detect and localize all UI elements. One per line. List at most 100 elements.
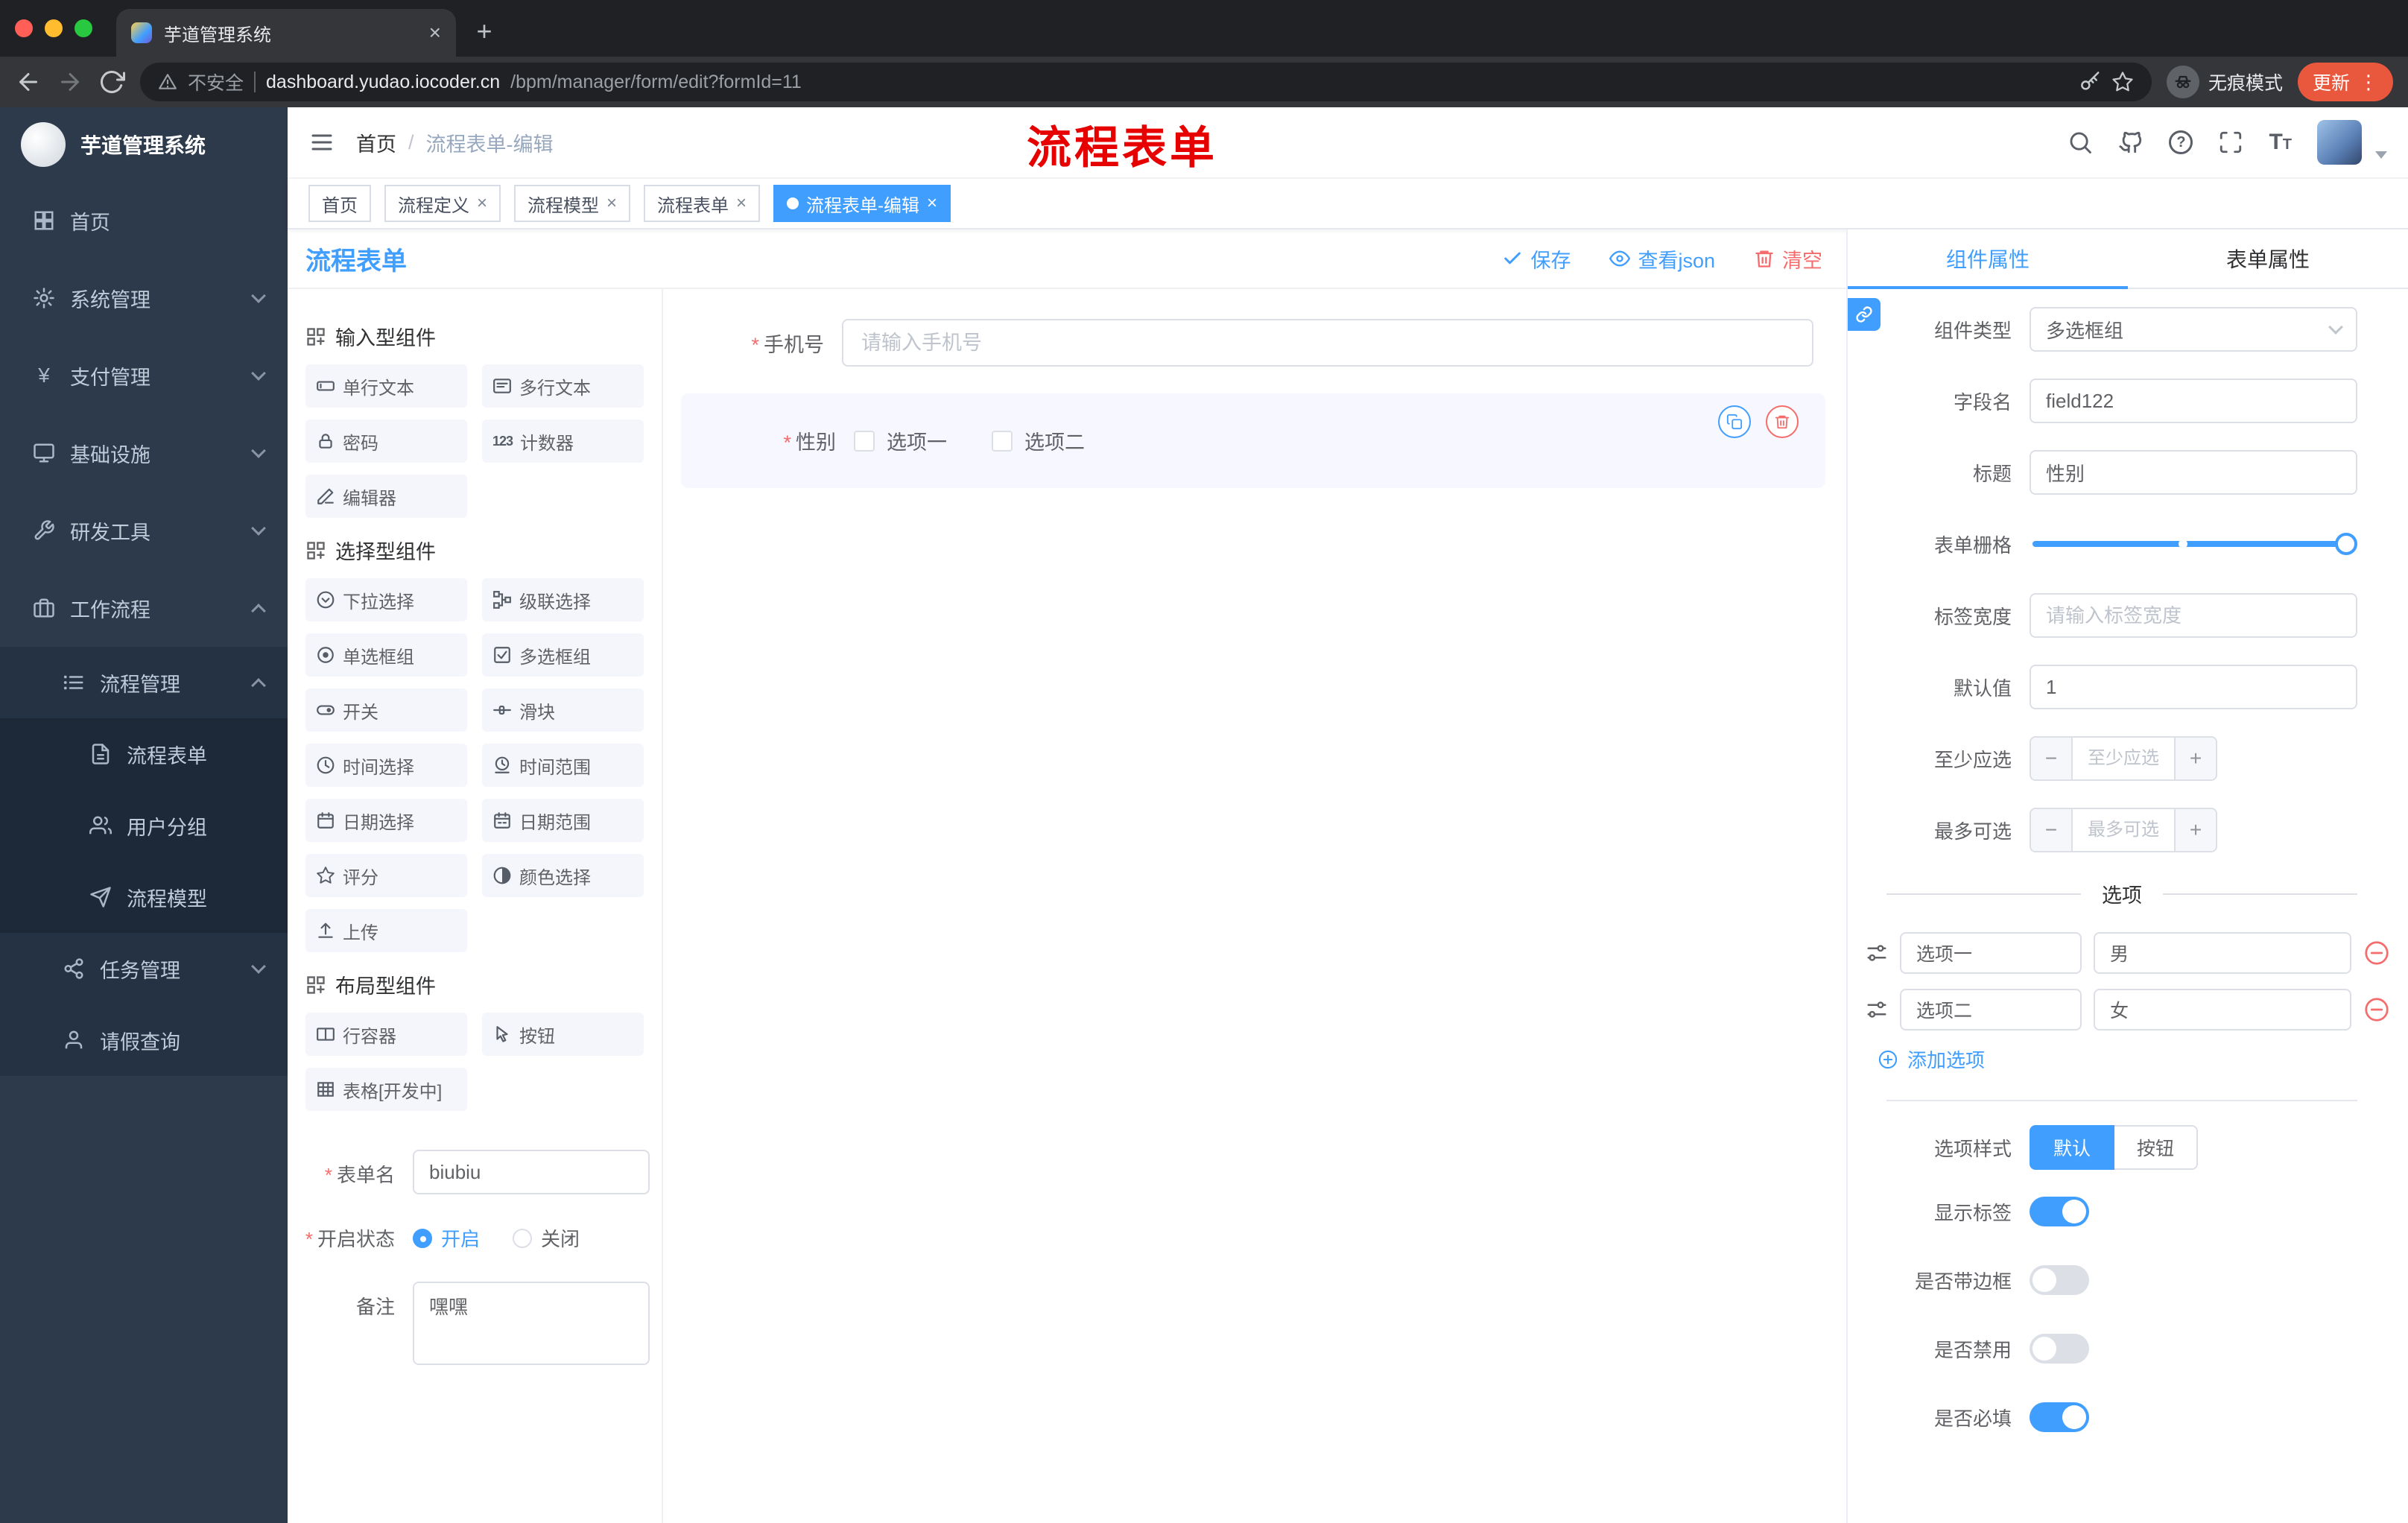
drag-handle-icon[interactable]	[1866, 942, 1888, 964]
style-button-button[interactable]: 按钮	[2114, 1125, 2199, 1170]
tag-process-form-edit[interactable]: 流程表单-编辑 ×	[773, 185, 951, 222]
copy-field-button[interactable]	[1718, 405, 1751, 438]
tag-close-icon[interactable]: ×	[927, 193, 937, 214]
palette-item-radio-group[interactable]: 单选框组	[305, 633, 467, 677]
reload-button[interactable]	[98, 69, 125, 95]
field-name-input[interactable]	[2030, 379, 2357, 423]
tag-process-model[interactable]: 流程模型 ×	[514, 185, 631, 222]
required-toggle[interactable]	[2030, 1402, 2089, 1432]
sidebar-item-process-form[interactable]: 流程表单	[0, 718, 288, 790]
stepper-increase-button[interactable]: +	[2174, 809, 2216, 851]
avatar[interactable]	[2317, 120, 2362, 165]
tab-component-props[interactable]: 组件属性	[1848, 229, 2128, 289]
tag-close-icon[interactable]: ×	[606, 193, 617, 214]
palette-item-color-picker[interactable]: 颜色选择	[482, 854, 644, 897]
stepper-increase-button[interactable]: +	[2174, 738, 2216, 779]
link-chip[interactable]	[1848, 298, 1881, 331]
field-gender-selected[interactable]: 性别 选项一 选项二	[681, 393, 1825, 488]
status-off-radio[interactable]: 关闭	[513, 1224, 580, 1252]
status-on-radio[interactable]: 开启	[413, 1224, 480, 1252]
tag-close-icon[interactable]: ×	[477, 193, 487, 214]
close-window-button[interactable]	[15, 19, 33, 37]
forward-button[interactable]	[57, 69, 83, 95]
font-size-icon[interactable]: TT	[2269, 130, 2292, 155]
palette-item-select[interactable]: 下拉选择	[305, 578, 467, 621]
palette-item-single-text[interactable]: 单行文本	[305, 364, 467, 408]
style-default-button[interactable]: 默认	[2030, 1125, 2115, 1170]
help-icon[interactable]: ?	[2169, 130, 2193, 154]
sidebar-item-leave-query[interactable]: 请假查询	[0, 1004, 288, 1076]
gender-option1-checkbox[interactable]: 选项一	[854, 426, 947, 455]
palette-item-upload[interactable]: 上传	[305, 909, 467, 952]
sidebar-item-home[interactable]: 首页	[0, 182, 288, 259]
option-value-input[interactable]	[2094, 932, 2351, 974]
breadcrumb-home[interactable]: 首页	[356, 128, 396, 157]
palette-item-editor[interactable]: 编辑器	[305, 475, 467, 518]
add-option-button[interactable]: 添加选项	[1878, 1045, 2357, 1073]
tab-form-props[interactable]: 表单属性	[2128, 229, 2408, 288]
tab-close-icon[interactable]: ×	[429, 22, 441, 43]
browser-menu-icon[interactable]: ⋮	[2359, 71, 2378, 94]
palette-item-counter[interactable]: 123 计数器	[482, 419, 644, 463]
palette-item-cascader[interactable]: 级联选择	[482, 578, 644, 621]
sidebar-item-process-model[interactable]: 流程模型	[0, 861, 288, 933]
palette-item-table[interactable]: 表格[开发中]	[305, 1068, 467, 1111]
palette-item-password[interactable]: 密码	[305, 419, 467, 463]
tag-home[interactable]: 首页	[308, 185, 371, 222]
max-select-input[interactable]	[2073, 809, 2174, 851]
disabled-toggle[interactable]	[2030, 1334, 2089, 1364]
sidebar-item-task-mgmt[interactable]: 任务管理	[0, 933, 288, 1004]
form-remark-textarea[interactable]: 嘿嘿	[413, 1282, 650, 1365]
tag-process-form[interactable]: 流程表单 ×	[644, 185, 761, 222]
option-value-input[interactable]	[2094, 989, 2351, 1030]
palette-item-time-picker[interactable]: 时间选择	[305, 744, 467, 787]
view-json-button[interactable]: 查看json	[1609, 244, 1715, 273]
sidebar-item-payment[interactable]: ¥ 支付管理	[0, 337, 288, 414]
grid-slider[interactable]	[2032, 533, 2357, 555]
browser-update-button[interactable]: 更新 ⋮	[2297, 63, 2393, 101]
stepper-decrease-button[interactable]: −	[2031, 738, 2073, 779]
phone-input[interactable]	[842, 319, 1813, 367]
zoom-window-button[interactable]	[75, 19, 92, 37]
sidebar-item-devtools[interactable]: 研发工具	[0, 492, 288, 569]
incognito-badge[interactable]: 无痕模式	[2166, 66, 2283, 98]
default-value-input[interactable]	[2030, 665, 2357, 709]
address-bar[interactable]: 不安全 dashboard.yudao.iocoder.cn /bpm/mana…	[140, 63, 2152, 101]
delete-field-button[interactable]	[1766, 405, 1799, 438]
form-name-input[interactable]	[413, 1150, 650, 1194]
remove-option-button[interactable]	[2363, 940, 2390, 966]
drag-handle-icon[interactable]	[1866, 998, 1888, 1021]
border-toggle[interactable]	[2030, 1265, 2089, 1295]
palette-item-slider[interactable]: 滑块	[482, 688, 644, 732]
github-icon[interactable]	[2118, 130, 2144, 155]
option-label-input[interactable]	[1900, 932, 2082, 974]
sidebar-item-workflow[interactable]: 工作流程	[0, 569, 288, 647]
label-width-input[interactable]	[2030, 593, 2357, 638]
bookmark-star-icon[interactable]	[2111, 71, 2134, 93]
palette-item-time-range[interactable]: 时间范围	[482, 744, 644, 787]
sidebar-item-infra[interactable]: 基础设施	[0, 414, 288, 492]
tag-close-icon[interactable]: ×	[736, 193, 747, 214]
palette-item-date-picker[interactable]: 日期选择	[305, 799, 467, 842]
sidebar-item-system[interactable]: 系统管理	[0, 259, 288, 337]
palette-item-checkbox-group[interactable]: 多选框组	[482, 633, 644, 677]
minimize-window-button[interactable]	[45, 19, 63, 37]
palette-item-rate[interactable]: 评分	[305, 854, 467, 897]
gender-option2-checkbox[interactable]: 选项二	[992, 426, 1085, 455]
password-key-icon[interactable]	[2079, 71, 2101, 93]
slider-handle[interactable]	[2335, 533, 2357, 555]
field-phone[interactable]: 手机号	[681, 313, 1825, 373]
show-label-toggle[interactable]	[2030, 1197, 2089, 1226]
min-select-input[interactable]	[2073, 738, 2174, 779]
palette-item-multi-text[interactable]: 多行文本	[482, 364, 644, 408]
sidebar-item-user-group[interactable]: 用户分组	[0, 790, 288, 861]
new-tab-button[interactable]: +	[465, 12, 504, 51]
back-button[interactable]	[15, 69, 42, 95]
sidebar-item-process-mgmt[interactable]: 流程管理	[0, 647, 288, 718]
clear-button[interactable]: 清空	[1754, 244, 1822, 273]
search-icon[interactable]	[2068, 130, 2093, 155]
component-type-select[interactable]: 多选框组	[2030, 307, 2357, 352]
option-label-input[interactable]	[1900, 989, 2082, 1030]
stepper-decrease-button[interactable]: −	[2031, 809, 2073, 851]
hamburger-icon[interactable]	[308, 129, 335, 156]
